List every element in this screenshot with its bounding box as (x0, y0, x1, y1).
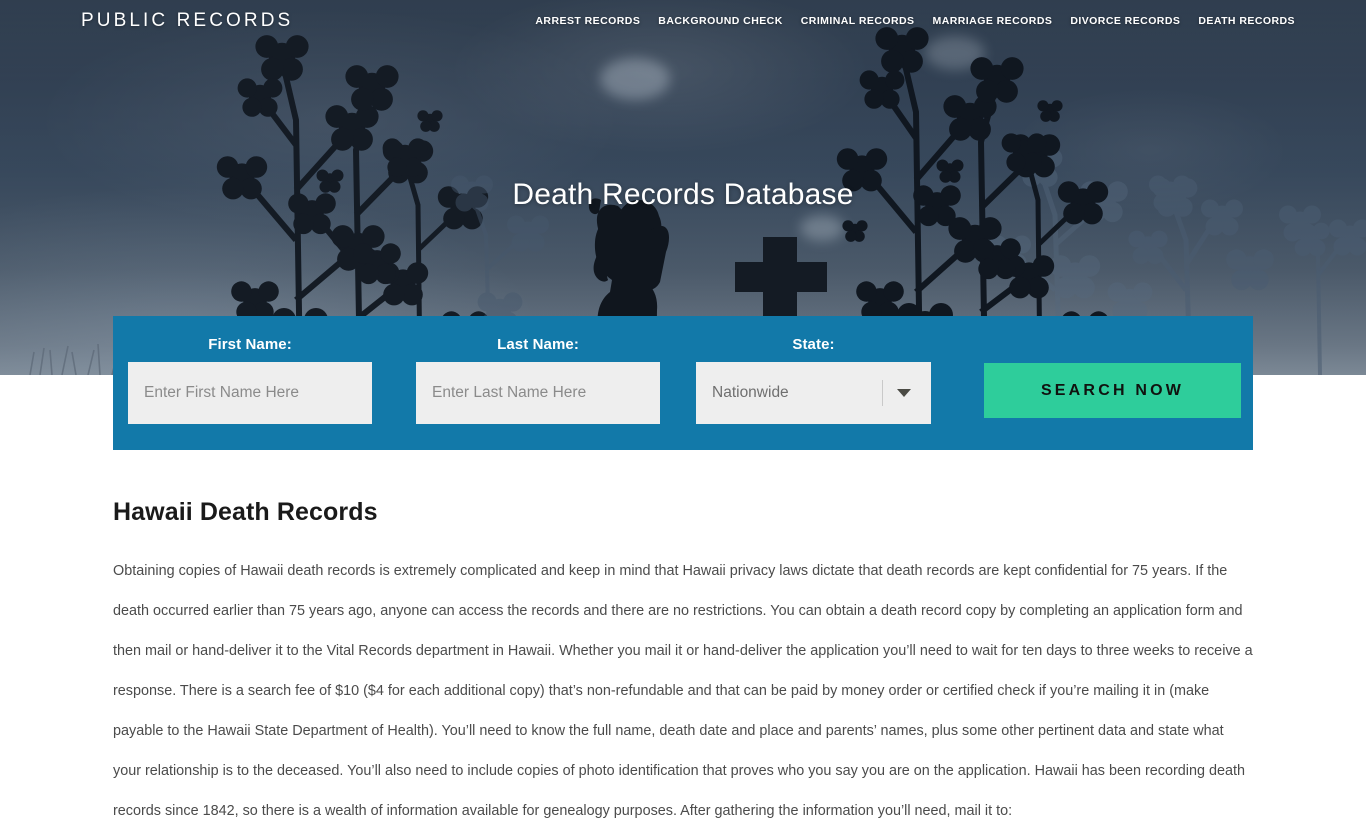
body-paragraph: Obtaining copies of Hawaii death records… (113, 563, 1253, 819)
search-form-panel: First Name: Last Name: State: Nationwide… (113, 316, 1253, 450)
site-logo[interactable]: PUBLIC RECORDS (81, 10, 293, 32)
state-label: State: (792, 336, 835, 353)
state-selected-value: Nationwide (712, 384, 789, 401)
state-field-group: State: Nationwide (696, 336, 931, 424)
first-name-label: First Name: (208, 336, 292, 353)
last-name-label: Last Name: (497, 336, 579, 353)
last-name-field-group: Last Name: (416, 336, 660, 424)
select-divider (882, 380, 883, 406)
page-title: Hawaii Death Records (113, 498, 378, 526)
nav-item-criminal-records[interactable]: CRIMINAL RECORDS (792, 11, 924, 31)
last-name-input[interactable] (416, 362, 660, 424)
chevron-down-icon (897, 389, 911, 397)
first-name-field-group: First Name: (128, 336, 372, 424)
search-now-button[interactable]: SEARCH NOW (984, 363, 1241, 418)
nav-item-arrest-records[interactable]: ARREST RECORDS (526, 11, 649, 31)
first-name-input[interactable] (128, 362, 372, 424)
main-content: Hawaii Death Records Obtaining copies of… (0, 450, 1366, 831)
nav-item-background-check[interactable]: BACKGROUND CHECK (649, 11, 791, 31)
nav-item-death-records[interactable]: DEATH RECORDS (1189, 11, 1304, 31)
nav-item-divorce-records[interactable]: DIVORCE RECORDS (1061, 11, 1189, 31)
state-select[interactable]: Nationwide (696, 362, 931, 424)
main-navigation: ARREST RECORDS BACKGROUND CHECK CRIMINAL… (526, 11, 1304, 31)
nav-item-marriage-records[interactable]: MARRIAGE RECORDS (924, 11, 1062, 31)
site-header: PUBLIC RECORDS ARREST RECORDS BACKGROUND… (0, 0, 1366, 42)
search-fields: First Name: Last Name: State: Nationwide… (113, 316, 1253, 450)
hero-title: Death Records Database (512, 178, 854, 211)
